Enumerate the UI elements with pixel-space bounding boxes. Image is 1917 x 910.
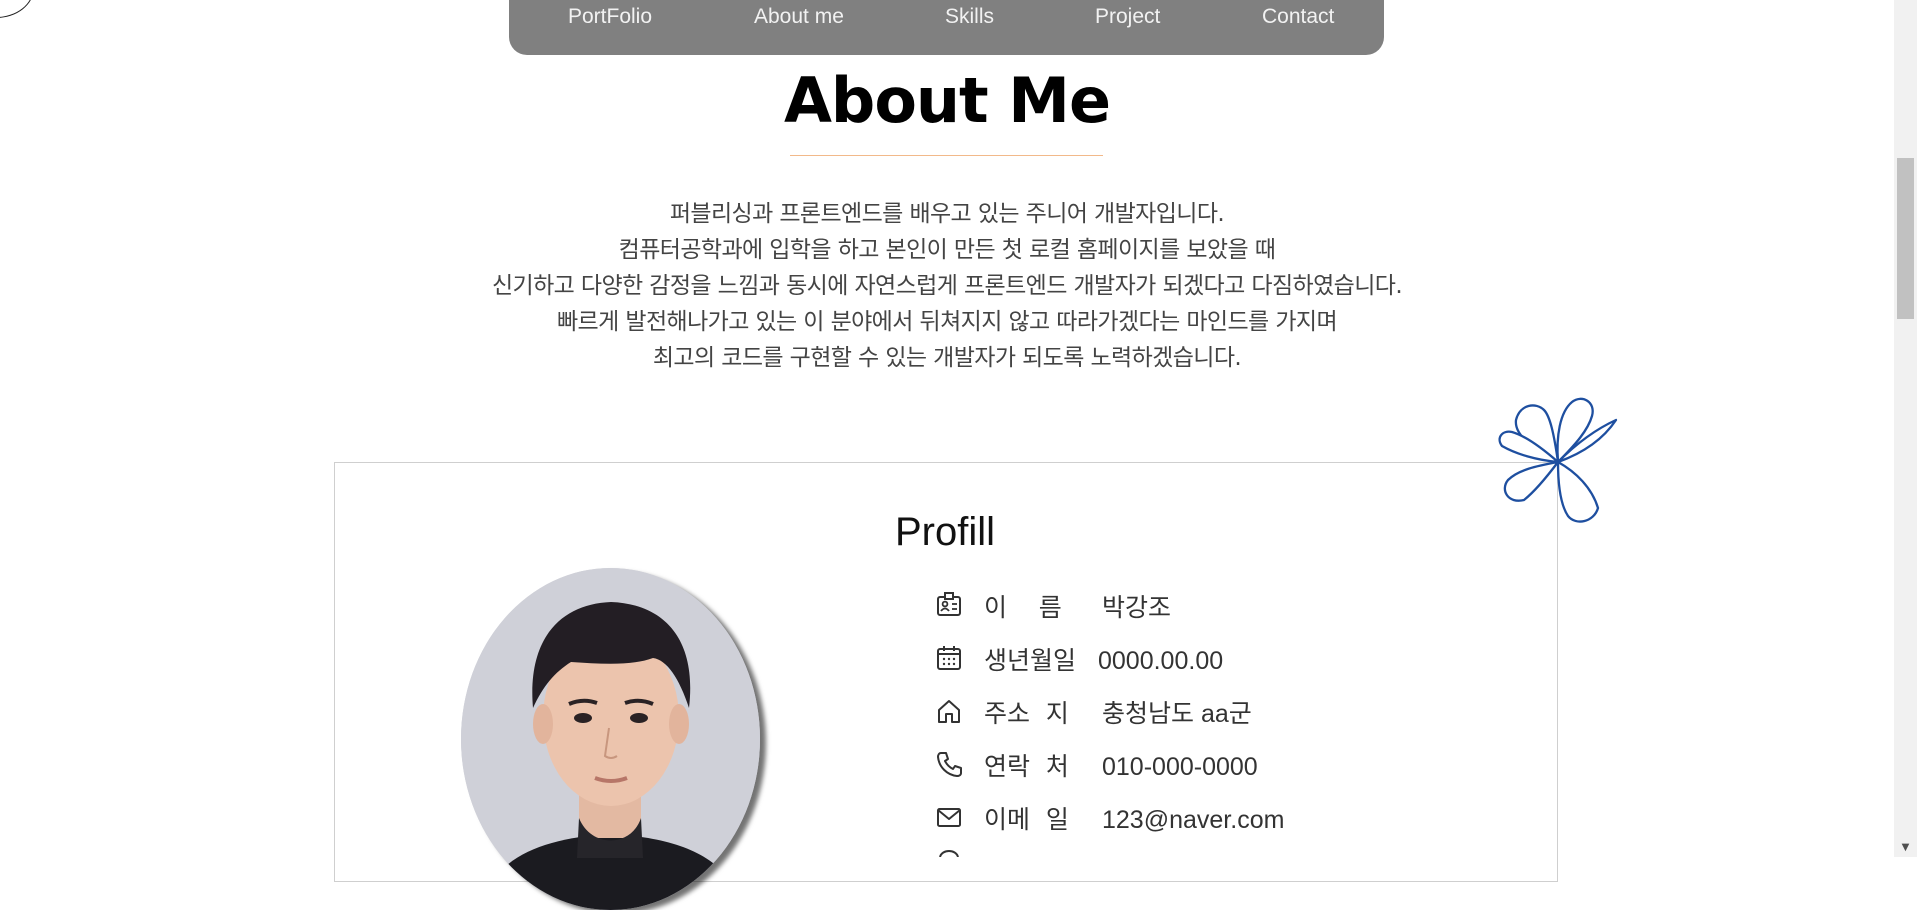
top-navigation: PortFolio About me Skills Project Contac… xyxy=(509,0,1384,55)
flower-icon xyxy=(1498,397,1618,523)
mail-icon xyxy=(937,808,961,827)
nav-item-skills[interactable]: Skills xyxy=(945,0,994,33)
nav-item-project[interactable]: Project xyxy=(1095,0,1160,33)
intro-line: 빠르게 발전해나가고 있는 이 분야에서 뒤쳐지지 않고 따라가겠다는 마인드를… xyxy=(557,309,1338,335)
intro-line: 신기하고 다양한 감정을 느낌과 동시에 자연스럽게 프론트엔드 개발자가 되겠… xyxy=(491,273,1403,299)
profile-value: 123@naver.com xyxy=(1102,806,1285,834)
calendar-icon xyxy=(937,646,961,670)
profile-value: 충청남도 aa군 xyxy=(1102,700,1252,728)
profile-value: 0000.00.00 xyxy=(1098,647,1224,675)
scrollbar-thumb[interactable] xyxy=(1897,158,1914,319)
corner-circle-decoration xyxy=(0,0,34,18)
scroll-down-arrow-icon[interactable]: ▼ xyxy=(1894,839,1917,857)
intro-line: 퍼블리싱과 프론트엔드를 배우고 있는 주니어 개발자입니다. xyxy=(669,201,1225,227)
intro-line: 컴퓨터공학과에 입학을 하고 본인이 만든 첫 로컬 홈페이지를 보았을 때 xyxy=(618,237,1276,263)
nav-item-contact[interactable]: Contact xyxy=(1262,0,1334,33)
title-underline xyxy=(790,155,1103,156)
id-card-icon xyxy=(937,592,961,616)
profile-label: 생년월일 xyxy=(984,646,1077,675)
intro-line: 최고의 코드를 구현할 수 있는 개발자가 되도록 노력하겠습니다. xyxy=(652,345,1242,371)
profile-label: 연락 처 xyxy=(984,752,1069,781)
profile-photo xyxy=(461,568,760,910)
profile-value: 박강조 xyxy=(1102,594,1172,622)
page-title: About Me xyxy=(783,64,1111,137)
intro-paragraph: 퍼블리싱과 프론트엔드를 배우고 있는 주니어 개발자입니다. 컴퓨터공학과에 … xyxy=(0,196,1894,376)
phone-icon xyxy=(937,752,962,777)
profile-label: 주소 지 xyxy=(984,699,1069,728)
profile-value: 010-000-0000 xyxy=(1102,753,1258,781)
vertical-scrollbar[interactable] xyxy=(1894,0,1917,857)
nav-item-about-me[interactable]: About me xyxy=(754,0,844,33)
profile-label: 이 름 xyxy=(984,593,1062,622)
profile-title: Profill xyxy=(895,510,996,554)
home-icon xyxy=(938,700,960,723)
nav-item-portfolio[interactable]: PortFolio xyxy=(568,0,652,33)
profile-label: 이메 일 xyxy=(984,805,1069,834)
partial-row-icon xyxy=(939,850,959,857)
